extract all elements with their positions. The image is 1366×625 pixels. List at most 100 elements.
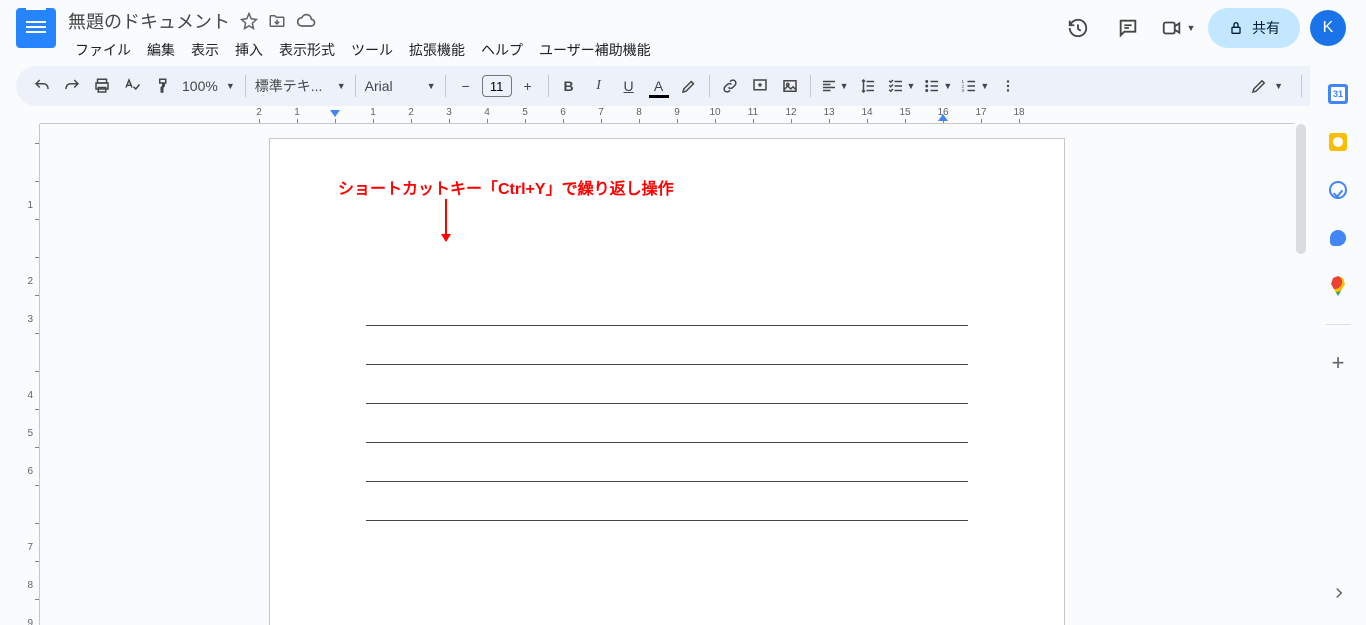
title-center: 無題のドキュメント ファイル 編集 表示 挿入 表示形式 ツール 拡張機能 ヘル… [68,8,1058,64]
title-row: 無題のドキュメント [68,8,1058,34]
menu-help[interactable]: ヘルプ [474,36,530,64]
horizontal-rule [366,325,968,326]
insert-link-button[interactable] [716,72,744,100]
meet-button[interactable]: ▼ [1158,8,1198,48]
share-button[interactable]: 共有 [1208,8,1300,48]
add-comment-button[interactable] [746,72,774,100]
chevron-down-icon: ▼ [1187,23,1196,33]
horizontal-rule [366,403,968,404]
scrollbar-thumb[interactable] [1296,124,1306,254]
lock-icon [1228,20,1244,36]
vertical-ruler[interactable]: 12345678910 [0,124,40,625]
svg-text:3: 3 [962,88,965,93]
chevron-down-icon: ▼ [1274,81,1283,91]
menu-extensions[interactable]: 拡張機能 [402,36,472,64]
chevron-down-icon: ▼ [427,81,436,91]
calendar-app-button[interactable]: 31 [1328,84,1348,104]
document-canvas[interactable]: ショートカットキー「Ctrl+Y」で繰り返し操作 [40,124,1294,625]
calendar-day: 31 [1331,87,1345,101]
menu-edit[interactable]: 編集 [140,36,182,64]
separator [355,75,356,97]
insert-image-button[interactable] [776,72,804,100]
horizontal-rule [366,364,968,365]
separator [245,75,246,97]
font-size-increase[interactable]: + [514,72,542,100]
menu-tools[interactable]: ツール [344,36,400,64]
highlight-button[interactable] [675,72,703,100]
move-folder-icon[interactable] [268,12,286,30]
redo-button[interactable] [58,72,86,100]
chevron-down-icon: ▼ [226,81,235,91]
paint-format-button[interactable] [148,72,176,100]
title-right: ▼ 共有 K [1058,8,1350,48]
title-bar: 無題のドキュメント ファイル 編集 表示 挿入 表示形式 ツール 拡張機能 ヘル… [0,0,1366,64]
contacts-app-button[interactable] [1328,228,1348,248]
italic-button[interactable]: I [585,72,613,100]
cloud-status-icon[interactable] [296,11,316,31]
page[interactable]: ショートカットキー「Ctrl+Y」で繰り返し操作 [269,138,1065,625]
font-size-decrease[interactable]: − [452,72,480,100]
chevron-down-icon: ▼ [907,81,916,91]
checklist-button[interactable]: ▼ [884,72,919,100]
separator [445,75,446,97]
hide-sidepanel-button[interactable] [1330,584,1348,607]
bulleted-list-button[interactable]: ▼ [920,72,955,100]
add-app-button[interactable]: + [1328,353,1348,373]
menu-bar: ファイル 編集 表示 挿入 表示形式 ツール 拡張機能 ヘルプ ユーザー補助機能 [68,36,1058,64]
more-toolbar-button[interactable] [994,72,1022,100]
ruler-area: 12345678910 2112345678910111213141516171… [40,108,1310,625]
horizontal-rule [366,520,968,521]
menu-format[interactable]: 表示形式 [272,36,342,64]
main-area: 12345678910 2112345678910111213141516171… [0,108,1310,625]
menu-insert[interactable]: 挿入 [228,36,270,64]
separator [1301,75,1302,97]
font-value: Arial [365,78,425,94]
comments-icon[interactable] [1108,8,1148,48]
separator [548,75,549,97]
separator [810,75,811,97]
star-icon[interactable] [240,12,258,30]
share-label: 共有 [1252,18,1280,38]
keep-app-button[interactable] [1328,132,1348,152]
annotation-arrow-icon [445,199,447,241]
account-avatar[interactable]: K [1310,10,1346,46]
separator [709,75,710,97]
menu-accessibility[interactable]: ユーザー補助機能 [532,36,658,64]
editing-mode-button[interactable]: ▼ [1240,72,1293,100]
chevron-down-icon: ▼ [840,81,849,91]
zoom-select[interactable]: 100% ▼ [178,72,239,100]
toolbar-wrap: 100%▼ 標準テキ...▼ Arial▼ − 11 + B I U A ▼ ▼… [0,66,1366,106]
indent-left-marker[interactable] [330,110,340,117]
para-style-value: 標準テキ... [255,76,335,96]
document-title[interactable]: 無題のドキュメント [68,8,230,34]
annotation-text: ショートカットキー「Ctrl+Y」で繰り返し操作 [338,175,674,199]
line-spacing-button[interactable] [854,72,882,100]
underline-button[interactable]: U [615,72,643,100]
undo-button[interactable] [28,72,56,100]
zoom-value: 100% [182,78,218,94]
chevron-down-icon: ▼ [337,81,346,91]
maps-app-button[interactable] [1328,276,1348,296]
font-family-select[interactable]: Arial▼ [362,72,439,100]
history-icon[interactable] [1058,8,1098,48]
chevron-down-icon: ▼ [980,81,989,91]
chevron-down-icon: ▼ [943,81,952,91]
text-color-button[interactable]: A [645,72,673,100]
paragraph-style-select[interactable]: 標準テキ...▼ [252,72,349,100]
print-button[interactable] [88,72,116,100]
toolbar: 100%▼ 標準テキ...▼ Arial▼ − 11 + B I U A ▼ ▼… [16,66,1350,106]
font-size-input[interactable]: 11 [482,75,512,97]
spellcheck-button[interactable] [118,72,146,100]
side-panel-separator [1326,324,1350,325]
menu-view[interactable]: 表示 [184,36,226,64]
indent-right-marker[interactable] [938,114,948,121]
bold-button[interactable]: B [555,72,583,100]
docs-logo-icon[interactable] [16,8,56,48]
tasks-app-button[interactable] [1328,180,1348,200]
numbered-list-button[interactable]: 123▼ [957,72,992,100]
horizontal-ruler[interactable]: 21123456789101112131415161718 [40,108,1294,124]
side-panel: 31 + [1310,64,1366,625]
align-button[interactable]: ▼ [817,72,852,100]
horizontal-rule [366,442,968,443]
menu-file[interactable]: ファイル [68,36,138,64]
